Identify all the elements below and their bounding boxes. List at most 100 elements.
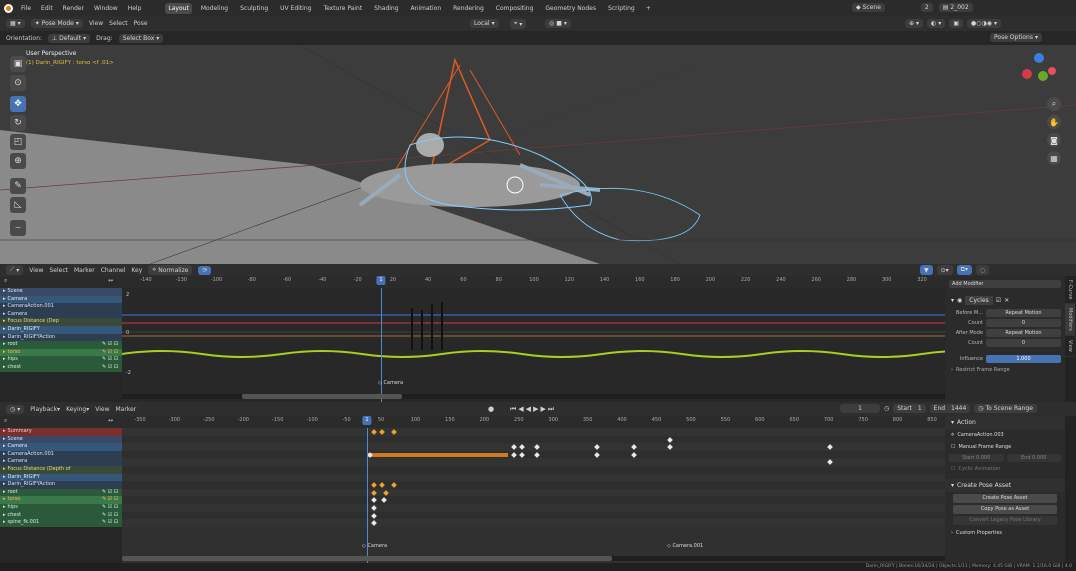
pose-asset-panel-header[interactable]: ▾ Create Pose Asset [945,479,1065,492]
menu-channel[interactable]: Channel [101,267,126,274]
marker-camera[interactable]: ◇ Camera [362,543,387,549]
channel-toggles-icon[interactable]: ✎ ☑ ⊡ [102,364,122,372]
editor-type-button[interactable]: ⟋ ▾ [6,265,24,275]
graph-curve-area[interactable]: 2 0 -2 ◇ Camera [122,288,945,402]
influence-field[interactable]: 1.000 [986,355,1061,363]
drag-selector[interactable]: Select Box ▾ [118,33,164,43]
snap-icon[interactable]: ⧉▾ [956,265,972,275]
channel-row[interactable]: ▸ root ✎ ☑ ⊡ [0,341,122,349]
transform-orientation[interactable]: Local ▾ [470,19,499,28]
annotate-tool[interactable]: ✎ [10,178,26,194]
tab-modifiers[interactable]: Modifiers [1065,304,1075,337]
expand-icon[interactable]: ▸ [3,466,6,474]
menu-marker[interactable]: Marker [74,267,95,274]
channel-toggles-icon[interactable]: ✎ ☑ ⊡ [102,349,122,357]
menu-marker[interactable]: Marker [115,406,136,413]
transform-tool[interactable]: ⊕ [10,153,26,169]
channel-row[interactable]: ▸ hips ✎ ☑ ⊡ [0,356,122,364]
channel-row[interactable]: ▸ root ✎ ☑ ⊡ [0,488,122,497]
menu-pose[interactable]: Pose [134,20,148,27]
current-frame-badge[interactable]: 1 [376,276,386,285]
camera-view-icon[interactable]: ◙ [1047,133,1061,147]
expand-icon[interactable]: ▸ [3,496,6,504]
start-frame-field[interactable]: Start 1 [893,404,926,413]
expand-icon[interactable]: ▸ [3,474,6,482]
xray-toggle[interactable]: ▣ [949,19,963,28]
channel-row[interactable]: ▸ torso ✎ ☑ ⊡ [0,496,122,504]
gizmo-y-icon[interactable] [1038,71,1048,81]
cycles-modifier-header[interactable]: ▾ ◉ Cycles ☑ ✕ [945,293,1065,308]
expand-icon[interactable]: ▸ [3,349,6,357]
gizmo-x-icon[interactable] [1022,69,1032,79]
playback-controls-icon[interactable]: ⏮◀◀▶▶⏭ [510,405,556,414]
tab-shading[interactable]: Shading [371,3,401,14]
expand-icon[interactable]: ▸ [3,428,6,436]
current-frame-badge[interactable]: 1 [362,416,372,425]
scale-tool[interactable]: ◰ [10,134,26,150]
tab-uv-editing[interactable]: UV Editing [277,3,314,14]
dopesheet-frame-ruler[interactable]: ⌕ ↔ -350 -300 -250 -200 -150 -100 -50 50 100 150 2… [0,416,945,428]
menu-key[interactable]: Key [131,267,142,274]
search-icon[interactable]: ⌕ [4,417,7,425]
pan-hand-icon[interactable]: ✋ [1047,115,1061,129]
frame-field[interactable]: 2 [920,3,933,12]
marker-camera-001[interactable]: ◇ Camera.001 [667,543,703,549]
editor-type-button[interactable]: ▦ ▾ [6,19,25,28]
menu-help[interactable]: Help [126,4,144,13]
menu-view[interactable]: View [95,406,109,413]
tab-view[interactable]: View [1065,336,1075,358]
search-icon[interactable]: ⌕ [4,277,7,285]
expand-icon[interactable]: ▸ [3,341,6,349]
select-tool[interactable]: ▣ [10,56,26,72]
channel-row[interactable]: ▸ Darin_RIGIFYAction [0,333,122,342]
orientation-selector[interactable]: ⊥ Default ▾ [47,33,91,43]
expand-icon[interactable]: ▸ [3,356,6,364]
record-icon[interactable]: ● [488,405,494,413]
add-modifier-dropdown[interactable]: Add Modifier [949,280,1061,288]
keying-menu[interactable]: Keying▾ [66,406,89,413]
filter-icon[interactable]: ▼ [920,265,933,275]
channel-row[interactable]: ▸ Camera [0,310,122,319]
gizmo-toggle[interactable]: ⊕ ▾ [905,19,924,28]
tab-layout[interactable]: Layout [165,2,192,14]
tab-scripting[interactable]: Scripting [605,3,638,14]
channel-toggles-icon[interactable]: ✎ ☑ ⊡ [102,512,122,520]
channel-row[interactable]: ▸ Camera [0,295,122,304]
expand-icon[interactable]: ▸ [3,519,6,527]
tab-fcurve[interactable]: F-Curve [1065,276,1075,305]
channel-row[interactable]: ▸ Summary [0,428,122,436]
expand-icon[interactable]: ▸ [3,296,6,304]
move-tool[interactable]: ✥ [10,96,26,112]
channel-row[interactable]: ▸ chest ✎ ☑ ⊡ [0,363,122,372]
before-mode-select[interactable]: Repeat Motion [986,309,1061,317]
expand-icon[interactable]: ▸ [3,334,6,342]
to-scene-range-button[interactable]: ◷ To Scene Range [974,404,1037,413]
menu-select[interactable]: Select [109,20,128,27]
measure-tool[interactable]: ◺ [10,197,26,213]
channel-toggles-icon[interactable]: ✎ ☑ ⊡ [102,341,122,349]
pose-options-button[interactable]: Pose Options ▾ [990,33,1042,42]
expand-icon[interactable]: ▸ [3,451,6,459]
proportional-icon[interactable]: ◌ [975,265,990,275]
end-frame-field[interactable]: End 1444 [929,404,971,413]
channel-row[interactable]: ▸ Scene [0,435,122,444]
channel-row[interactable]: ▸ Darin_RIGIFY [0,473,122,482]
copy-pose-asset-button[interactable]: Copy Pose as Asset [953,505,1057,514]
before-count-field[interactable]: 0 [986,319,1061,327]
zoom-icon[interactable]: ⌕ [1047,97,1061,111]
checkbox-icon[interactable]: ☑ [996,297,1001,304]
channel-row[interactable]: ▸ Focus Distance (Depth of [0,465,122,474]
add-workspace-button[interactable]: + [644,4,653,13]
expand-icon[interactable]: ▸ [3,443,6,451]
graph-frame-ruler[interactable]: ⌕ ↔ -140 -130 -100 -80 -60 -40 -20 20 40 60 80 100 1… [0,276,945,288]
channel-row[interactable]: ▸ Scene [0,288,122,296]
grid-icon[interactable]: ▦ [1047,151,1061,165]
channel-toggles-icon[interactable]: ✎ ☑ ⊡ [102,496,122,504]
expand-icon[interactable]: ▸ [3,303,6,311]
channel-row[interactable]: ▸ hips ✎ ☑ ⊡ [0,503,122,512]
channel-row[interactable]: ▸ Camera [0,443,122,451]
menu-window[interactable]: Window [92,4,120,13]
expand-icon[interactable]: ▸ [3,318,6,326]
channel-row[interactable]: ▸ torso ✎ ☑ ⊡ [0,348,122,357]
action-name[interactable]: CameraAction.003 [957,432,1003,438]
